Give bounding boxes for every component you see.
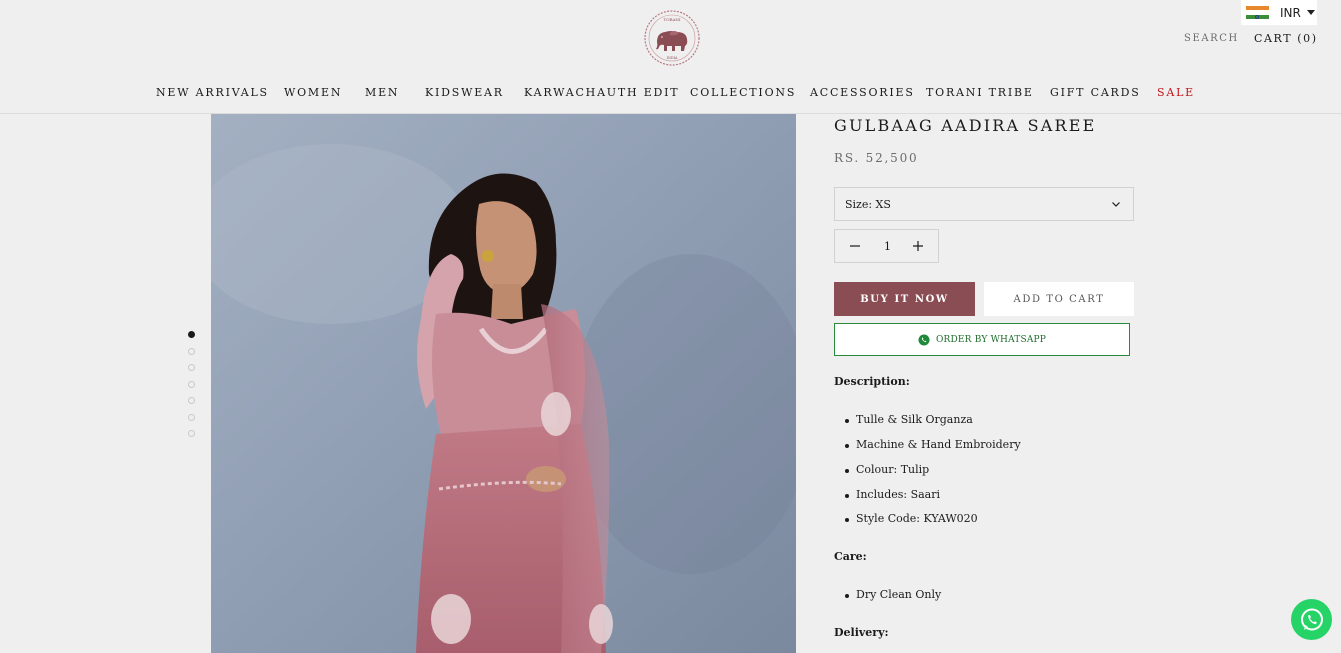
nav-item-gift-cards[interactable]: GIFT CARDS: [1050, 86, 1141, 99]
search-link[interactable]: SEARCH: [1184, 33, 1239, 44]
description-item: Tulle & Silk Organza: [845, 413, 973, 426]
svg-text:INDIA: INDIA: [667, 56, 678, 60]
site-header: TORANI INDIA INR SEARCH CART (0) NEW ARR…: [0, 0, 1341, 114]
svg-text:TORANI: TORANI: [664, 17, 681, 22]
add-to-cart-button[interactable]: ADD TO CART: [984, 282, 1134, 316]
gallery-dot[interactable]: [188, 397, 195, 404]
cart-link[interactable]: CART (0): [1254, 32, 1318, 45]
nav-item-karwachauth-edit[interactable]: KARWACHAUTH EDIT: [524, 86, 679, 99]
gallery-dot[interactable]: [188, 413, 195, 421]
plus-icon[interactable]: [912, 240, 924, 252]
product-title: GULBAAG AADIRA SAREE: [834, 116, 1097, 135]
size-select-value: Size: XS: [845, 197, 891, 211]
description-item: Colour: Tulip: [844, 463, 930, 476]
care-heading: Care:: [834, 550, 867, 563]
chevron-down-icon: [1112, 202, 1120, 207]
currency-label: INR: [1280, 5, 1301, 20]
product-image[interactable]: [211, 114, 796, 653]
gallery-dot[interactable]: [188, 380, 195, 388]
gallery-pagination: [188, 331, 196, 447]
nav-item-kidswear[interactable]: KIDSWEAR: [425, 86, 504, 99]
product-price: RS. 52,500: [834, 151, 919, 165]
gallery-dot[interactable]: [188, 430, 195, 437]
nav-item-men[interactable]: MEN: [365, 86, 399, 99]
nav-item-collections[interactable]: COLLECTIONS: [690, 86, 796, 99]
caret-down-icon: [1306, 10, 1315, 15]
whatsapp-icon: [918, 334, 930, 345]
quantity-value[interactable]: 1: [835, 240, 940, 253]
delivery-heading: Delivery:: [834, 626, 889, 639]
india-flag-icon: [1246, 5, 1269, 20]
gallery-dot[interactable]: [188, 331, 195, 338]
care-item: Dry Clean Only: [844, 588, 942, 601]
main-nav: NEW ARRIVALS WOMEN MEN KIDSWEAR KARWACHA…: [0, 86, 1341, 100]
gallery-dot[interactable]: [188, 347, 195, 355]
nav-item-new-arrivals[interactable]: NEW ARRIVALS: [156, 86, 269, 99]
quantity-stepper[interactable]: 1: [834, 229, 939, 263]
order-by-whatsapp-button[interactable]: ORDER BY WHATSAPP: [834, 323, 1130, 356]
buy-it-now-button[interactable]: BUY IT NOW: [834, 282, 975, 316]
description-heading: Description:: [834, 375, 910, 388]
description-item: Style Code: KYAW020: [845, 512, 978, 525]
whatsapp-button-label: ORDER BY WHATSAPP: [935, 334, 1047, 345]
currency-selector[interactable]: INR: [1241, 0, 1317, 25]
whatsapp-chat-button[interactable]: [1291, 599, 1332, 640]
whatsapp-icon: [1300, 608, 1323, 630]
nav-item-accessories[interactable]: ACCESSORIES: [810, 86, 915, 99]
size-select[interactable]: Size: XS: [834, 187, 1134, 221]
description-item: Includes: Saari: [844, 488, 941, 501]
torani-logo[interactable]: TORANI INDIA: [643, 9, 701, 67]
nav-item-torani-tribe[interactable]: TORANI TRIBE: [926, 86, 1034, 99]
nav-item-women[interactable]: WOMEN: [284, 86, 342, 99]
description-item: Machine & Hand Embroidery: [845, 438, 1021, 451]
nav-item-sale[interactable]: SALE: [1157, 86, 1195, 99]
gallery-dot[interactable]: [188, 364, 195, 371]
